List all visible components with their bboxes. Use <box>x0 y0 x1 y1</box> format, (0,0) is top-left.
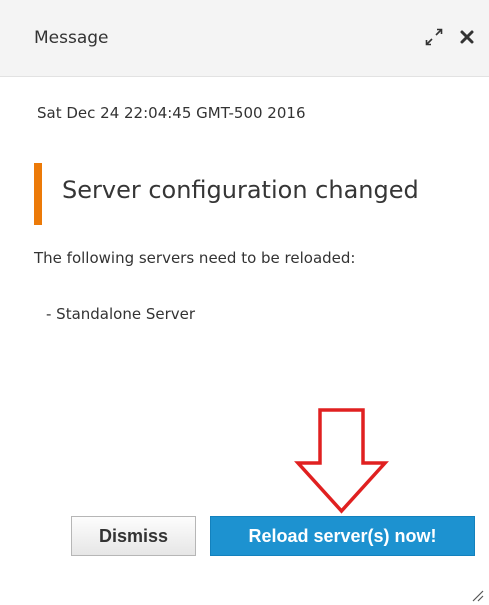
message-heading: Server configuration changed <box>62 176 419 204</box>
close-button[interactable] <box>456 26 478 48</box>
message-timestamp: Sat Dec 24 22:04:45 GMT-500 2016 <box>37 104 306 122</box>
title-accent-bar <box>34 163 42 225</box>
dismiss-button[interactable]: Dismiss <box>71 516 196 556</box>
message-description: The following servers need to be reloade… <box>34 249 356 267</box>
message-dialog: Message Sat Dec 24 22:04:45 GMT-500 2016… <box>0 0 489 605</box>
dialog-header: Message <box>0 0 489 77</box>
reload-servers-button[interactable]: Reload server(s) now! <box>210 516 475 556</box>
resize-grip-icon[interactable] <box>468 586 484 602</box>
close-icon <box>460 30 474 44</box>
maximize-icon <box>425 28 443 46</box>
server-list-item: - Standalone Server <box>46 305 196 323</box>
maximize-button[interactable] <box>423 26 445 48</box>
dialog-title: Message <box>34 28 109 48</box>
arrow-down-icon <box>294 408 389 514</box>
